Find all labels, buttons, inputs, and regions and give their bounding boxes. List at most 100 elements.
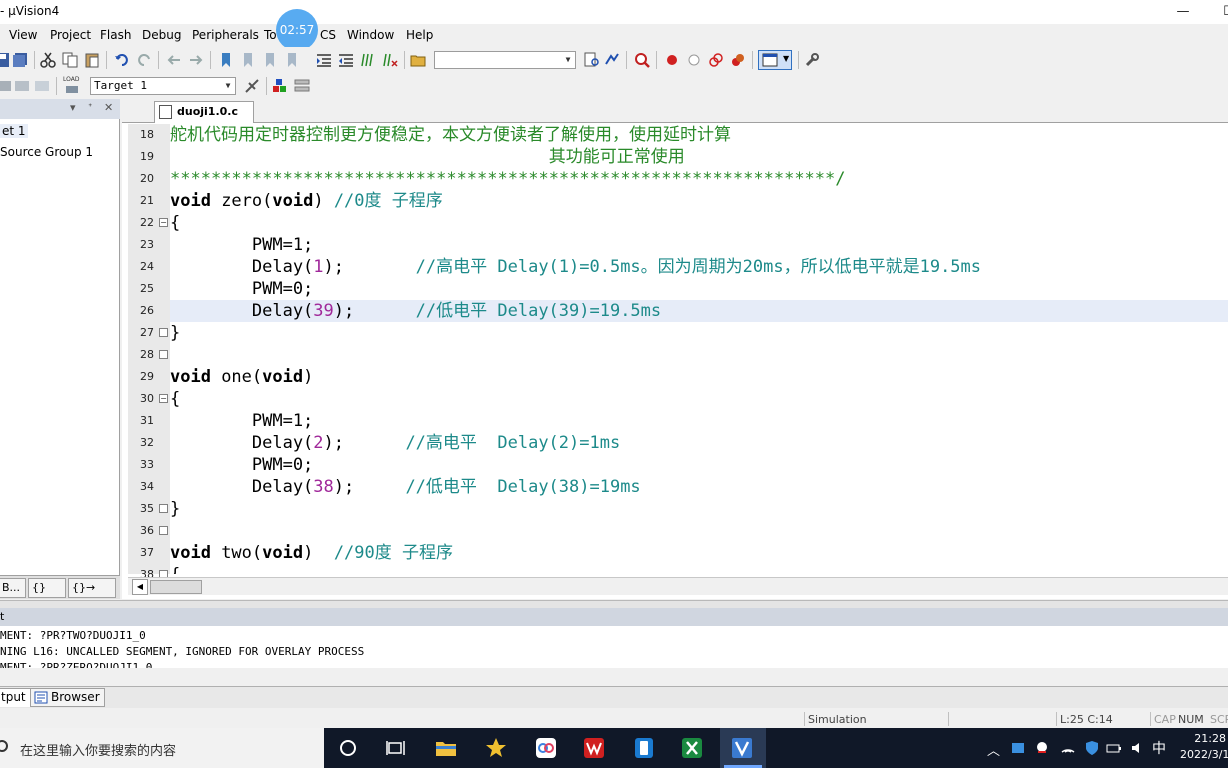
bookmark-next-icon[interactable] [262,52,278,68]
code-line[interactable]: PWM=1; [170,234,1228,256]
horizontal-scrollbar[interactable]: ◀ [128,577,1228,595]
scroll-left-icon[interactable]: ◀ [132,579,148,595]
qq-icon[interactable] [1034,740,1050,756]
breakpoint-kill-all-icon[interactable] [730,52,746,68]
rebuild-icon[interactable] [34,78,50,94]
close-icon[interactable]: ✕ [104,101,113,114]
battery-icon[interactable] [1106,740,1122,756]
tab-templates[interactable]: {}→ Te... [68,578,116,612]
nav-forward-icon[interactable] [188,52,204,68]
save-all-icon[interactable] [12,52,28,68]
window-layout-dropdown[interactable]: ▼ [758,50,792,70]
fold-toggle-icon[interactable]: − [159,394,168,403]
uncomment-icon[interactable] [382,52,398,68]
minimize-button[interactable]: — [1160,0,1206,24]
code-line[interactable]: 舵机代码用定时器控制更方便稳定，本文方便读者了解使用，使用延时计算 [170,124,1228,146]
bookmark-clear-icon[interactable] [284,52,300,68]
system-clock[interactable]: 21:28 2022/3/1 [1180,731,1228,763]
menu-debug[interactable]: Debug [142,28,181,42]
wps-icon[interactable] [582,736,606,760]
fold-toggle-icon[interactable] [159,504,168,513]
file-explorer-icon[interactable] [434,736,458,760]
find-replace-icon[interactable] [604,52,620,68]
code-line[interactable]: { [170,388,1228,410]
baidu-netdisk-icon[interactable] [534,736,558,760]
indent-icon[interactable] [316,52,332,68]
scroll-thumb[interactable] [150,580,202,594]
tray-expand-icon[interactable]: ︿ [987,740,1000,759]
code-line[interactable]: void two(void) //90度 子程序 [170,542,1228,564]
menu-help[interactable]: Help [406,28,433,42]
configure-wrench-icon[interactable] [804,52,820,68]
nav-back-icon[interactable] [166,52,182,68]
menu-svcs[interactable]: CS [320,28,336,42]
translate-icon[interactable] [0,78,12,94]
find-combo[interactable]: ▼ [434,51,576,69]
keil-taskbar-button[interactable] [720,728,766,768]
bookmark-prev-icon[interactable] [240,52,256,68]
taskbar-search[interactable]: 在这里输入你要搜索的内容 [0,728,324,768]
menu-flash[interactable]: Flash [100,28,131,42]
cortana-icon[interactable] [336,736,360,760]
fold-toggle-icon[interactable] [159,328,168,337]
chevron-down-icon[interactable]: ▼ [221,78,235,94]
load-button[interactable]: LOAD [62,76,82,96]
code-line[interactable] [170,520,1228,542]
build-output[interactable]: MENT: ?PR?TWO?DUOJI1_0 NING L16: UNCALLE… [0,626,1228,668]
tablet-app-icon[interactable] [632,736,656,760]
copy-icon[interactable] [62,52,78,68]
tab-project[interactable]: B... [0,578,26,598]
maximize-button[interactable]: ☐ [1206,0,1228,24]
unindent-icon[interactable] [338,52,354,68]
breakpoint-insert-icon[interactable] [664,52,680,68]
code-line[interactable]: Delay(2); //高电平 Delay(2)=1ms [170,432,1228,454]
fold-toggle-icon[interactable]: − [159,218,168,227]
bookmark-icon[interactable] [218,52,234,68]
code-area[interactable]: 舵机代码用定时器控制更方便稳定，本文方便读者了解使用，使用延时计算 其功能可正常… [170,124,1228,574]
target-options-icon[interactable] [244,78,260,94]
cut-icon[interactable] [40,52,56,68]
file-tab[interactable]: duoji1.0.c [154,101,254,123]
comment-icon[interactable] [360,52,376,68]
find-in-files-icon[interactable] [584,52,600,68]
pin-icon[interactable]: ᐩ [88,101,92,114]
redo-icon[interactable] [136,52,152,68]
fold-toggle-icon[interactable] [159,350,168,359]
panel-menu-icon[interactable]: ▾ [70,101,76,114]
undo-icon[interactable] [114,52,130,68]
code-line[interactable]: void one(void) [170,366,1228,388]
code-line[interactable]: PWM=1; [170,410,1228,432]
code-line[interactable]: Delay(38); //低电平 Delay(38)=19ms [170,476,1228,498]
code-line[interactable]: ****************************************… [170,168,1228,190]
panel-splitter[interactable] [0,600,1228,608]
code-line[interactable]: } [170,498,1228,520]
menu-project[interactable]: Project [50,28,91,42]
tab-browser[interactable]: Browser [30,688,105,707]
menu-view[interactable]: View [9,28,37,42]
target-select[interactable]: Target 1 ▼ [90,77,236,95]
volume-icon[interactable] [1130,740,1146,756]
code-line[interactable]: } [170,322,1228,344]
open-folder-icon[interactable] [410,52,426,68]
fold-toggle-icon[interactable] [159,526,168,535]
build-icon[interactable] [14,78,30,94]
menu-tools[interactable]: To [264,28,277,42]
breakpoint-disable-all-icon[interactable] [708,52,724,68]
tree-item-source-group[interactable]: Source Group 1 [0,145,93,159]
shield-icon[interactable] [1084,740,1100,756]
code-line[interactable] [170,344,1228,366]
tab-functions[interactable]: {} F... [28,578,66,612]
code-line[interactable]: PWM=0; [170,278,1228,300]
manage-components-icon[interactable] [272,78,288,94]
breakpoint-enable-icon[interactable] [686,52,702,68]
code-line[interactable]: Delay(39); //低电平 Delay(39)=19.5ms [170,300,1228,322]
code-line[interactable]: Delay(1); //高电平 Delay(1)=0.5ms。因为周期为20ms… [170,256,1228,278]
excel-icon[interactable] [680,736,704,760]
code-line[interactable]: 其功能可正常使用 [170,146,1228,168]
menu-window[interactable]: Window [347,28,394,42]
paste-icon[interactable] [84,52,100,68]
code-line[interactable]: { [170,212,1228,234]
menu-peripherals[interactable]: Peripherals [192,28,259,42]
code-line[interactable]: { [170,564,1228,574]
code-line[interactable]: PWM=0; [170,454,1228,476]
